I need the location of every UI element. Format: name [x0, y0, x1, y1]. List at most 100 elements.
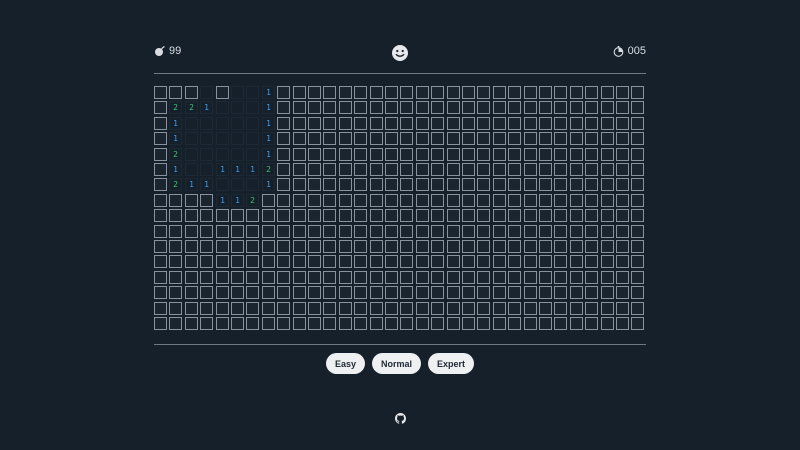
- hidden-cell[interactable]: [554, 163, 567, 176]
- revealed-cell[interactable]: [216, 178, 229, 191]
- hidden-cell[interactable]: [431, 240, 444, 253]
- hidden-cell[interactable]: [293, 225, 306, 238]
- hidden-cell[interactable]: [416, 271, 429, 284]
- revealed-cell[interactable]: 1: [169, 132, 182, 145]
- hidden-cell[interactable]: [554, 86, 567, 99]
- hidden-cell[interactable]: [293, 178, 306, 191]
- hidden-cell[interactable]: [262, 302, 275, 315]
- hidden-cell[interactable]: [370, 271, 383, 284]
- revealed-cell[interactable]: [200, 163, 213, 176]
- hidden-cell[interactable]: [293, 132, 306, 145]
- revealed-cell[interactable]: 1: [231, 163, 244, 176]
- hidden-cell[interactable]: [216, 225, 229, 238]
- hidden-cell[interactable]: [154, 163, 167, 176]
- hidden-cell[interactable]: [354, 209, 367, 222]
- hidden-cell[interactable]: [339, 163, 352, 176]
- hidden-cell[interactable]: [200, 194, 213, 207]
- hidden-cell[interactable]: [585, 240, 598, 253]
- hidden-cell[interactable]: [231, 286, 244, 299]
- hidden-cell[interactable]: [308, 178, 321, 191]
- hidden-cell[interactable]: [400, 240, 413, 253]
- hidden-cell[interactable]: [447, 178, 460, 191]
- hidden-cell[interactable]: [601, 255, 614, 268]
- hidden-cell[interactable]: [416, 302, 429, 315]
- hidden-cell[interactable]: [154, 225, 167, 238]
- hidden-cell[interactable]: [370, 317, 383, 330]
- hidden-cell[interactable]: [277, 148, 290, 161]
- hidden-cell[interactable]: [554, 271, 567, 284]
- hidden-cell[interactable]: [631, 163, 644, 176]
- hidden-cell[interactable]: [462, 317, 475, 330]
- revealed-cell[interactable]: 1: [262, 178, 275, 191]
- hidden-cell[interactable]: [216, 209, 229, 222]
- hidden-cell[interactable]: [308, 209, 321, 222]
- hidden-cell[interactable]: [539, 194, 552, 207]
- hidden-cell[interactable]: [339, 194, 352, 207]
- revealed-cell[interactable]: [216, 101, 229, 114]
- revealed-cell[interactable]: 1: [262, 132, 275, 145]
- hidden-cell[interactable]: [462, 286, 475, 299]
- hidden-cell[interactable]: [462, 132, 475, 145]
- hidden-cell[interactable]: [339, 148, 352, 161]
- hidden-cell[interactable]: [431, 271, 444, 284]
- hidden-cell[interactable]: [585, 255, 598, 268]
- hidden-cell[interactable]: [308, 255, 321, 268]
- hidden-cell[interactable]: [354, 286, 367, 299]
- hidden-cell[interactable]: [447, 225, 460, 238]
- hidden-cell[interactable]: [154, 148, 167, 161]
- hidden-cell[interactable]: [601, 163, 614, 176]
- hidden-cell[interactable]: [370, 302, 383, 315]
- hidden-cell[interactable]: [616, 225, 629, 238]
- hidden-cell[interactable]: [385, 255, 398, 268]
- hidden-cell[interactable]: [570, 286, 583, 299]
- hidden-cell[interactable]: [354, 317, 367, 330]
- hidden-cell[interactable]: [447, 86, 460, 99]
- hidden-cell[interactable]: [524, 209, 537, 222]
- hidden-cell[interactable]: [308, 86, 321, 99]
- normal-button[interactable]: Normal: [372, 353, 422, 374]
- hidden-cell[interactable]: [262, 209, 275, 222]
- hidden-cell[interactable]: [246, 255, 259, 268]
- hidden-cell[interactable]: [554, 132, 567, 145]
- hidden-cell[interactable]: [246, 317, 259, 330]
- hidden-cell[interactable]: [616, 286, 629, 299]
- hidden-cell[interactable]: [169, 317, 182, 330]
- hidden-cell[interactable]: [231, 317, 244, 330]
- hidden-cell[interactable]: [323, 148, 336, 161]
- hidden-cell[interactable]: [601, 225, 614, 238]
- hidden-cell[interactable]: [631, 240, 644, 253]
- hidden-cell[interactable]: [277, 225, 290, 238]
- hidden-cell[interactable]: [554, 225, 567, 238]
- hidden-cell[interactable]: [323, 163, 336, 176]
- hidden-cell[interactable]: [554, 194, 567, 207]
- hidden-cell[interactable]: [246, 225, 259, 238]
- hidden-cell[interactable]: [493, 317, 506, 330]
- hidden-cell[interactable]: [585, 317, 598, 330]
- hidden-cell[interactable]: [631, 194, 644, 207]
- revealed-cell[interactable]: 1: [200, 178, 213, 191]
- hidden-cell[interactable]: [447, 271, 460, 284]
- hidden-cell[interactable]: [293, 194, 306, 207]
- hidden-cell[interactable]: [539, 178, 552, 191]
- hidden-cell[interactable]: [477, 302, 490, 315]
- hidden-cell[interactable]: [323, 302, 336, 315]
- hidden-cell[interactable]: [524, 148, 537, 161]
- hidden-cell[interactable]: [539, 286, 552, 299]
- hidden-cell[interactable]: [339, 255, 352, 268]
- hidden-cell[interactable]: [154, 117, 167, 130]
- hidden-cell[interactable]: [308, 194, 321, 207]
- hidden-cell[interactable]: [493, 132, 506, 145]
- hidden-cell[interactable]: [200, 225, 213, 238]
- revealed-cell[interactable]: [185, 163, 198, 176]
- hidden-cell[interactable]: [370, 86, 383, 99]
- hidden-cell[interactable]: [216, 255, 229, 268]
- hidden-cell[interactable]: [277, 209, 290, 222]
- revealed-cell[interactable]: 2: [169, 178, 182, 191]
- hidden-cell[interactable]: [277, 117, 290, 130]
- hidden-cell[interactable]: [554, 317, 567, 330]
- hidden-cell[interactable]: [385, 194, 398, 207]
- hidden-cell[interactable]: [416, 132, 429, 145]
- hidden-cell[interactable]: [447, 163, 460, 176]
- revealed-cell[interactable]: 1: [185, 178, 198, 191]
- hidden-cell[interactable]: [616, 240, 629, 253]
